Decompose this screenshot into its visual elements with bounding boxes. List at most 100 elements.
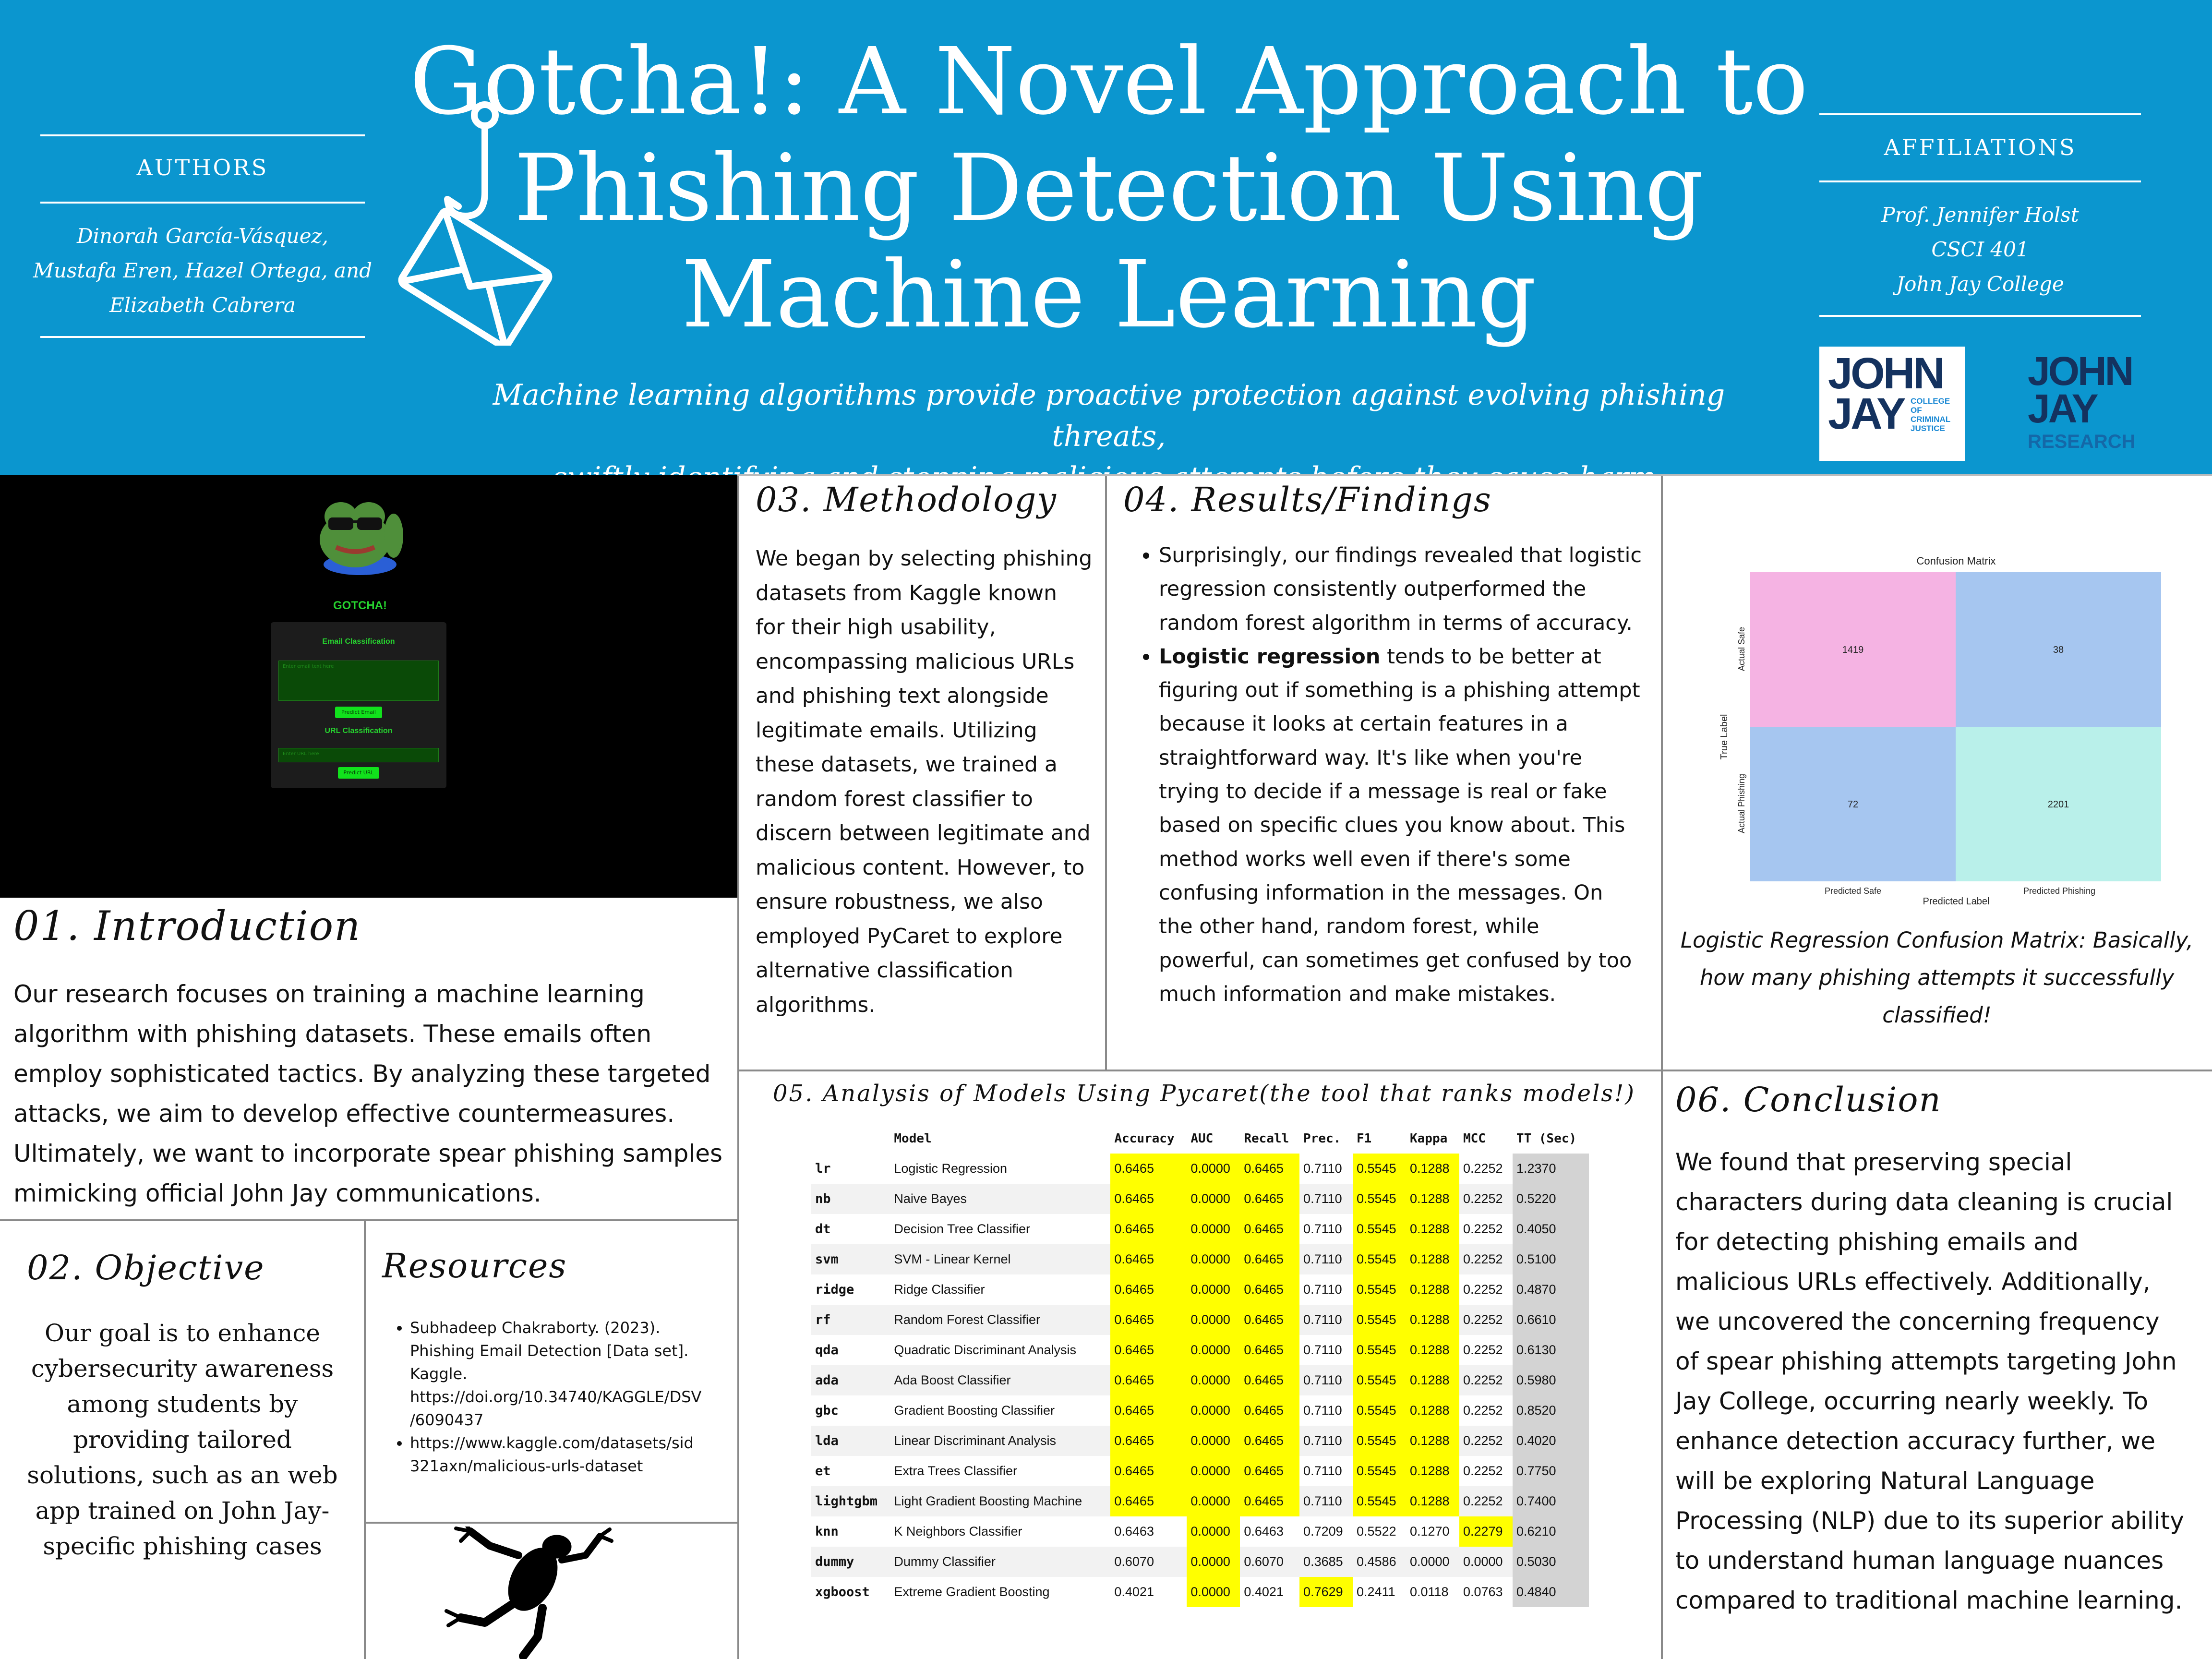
table-header-cell: F1 <box>1357 1131 1372 1146</box>
metric-cell: 0.5220 <box>1512 1184 1589 1214</box>
divider <box>364 1522 737 1524</box>
x-tick-label: Predicted Safe <box>1825 886 1881 896</box>
heatmap-value-label: 2201 <box>2048 799 2069 810</box>
metric-cell: 0.5545 <box>1353 1244 1406 1274</box>
logo-sub-line: OF <box>1911 406 1922 415</box>
authors-line: Dinorah García-Vásquez, <box>76 224 329 248</box>
metric-cell: 0.6465 <box>1110 1154 1187 1184</box>
table-row: xgboost Extreme Gradient Boosting 0.4021 0.… <box>811 1577 1589 1607</box>
model-name-cell: K Neighbors Classifier <box>894 1524 1022 1539</box>
url-input[interactable]: Enter URL here <box>278 748 439 762</box>
resource-link[interactable]: /6090437 <box>410 1408 734 1431</box>
intro-line: employ sophisticated tactics. By analyzi… <box>13 1060 711 1088</box>
table-header-cell: Kappa <box>1409 1131 1448 1146</box>
model-abbr-cell: gbc <box>815 1403 839 1418</box>
metric-cell: 0.6465 <box>1240 1184 1300 1214</box>
conclusion-line: characters during data cleaning is cruci… <box>1675 1188 2173 1216</box>
metric-cell: 0.6465 <box>1240 1244 1300 1274</box>
metric-cell: 0.4586 <box>1353 1547 1406 1577</box>
model-abbr-cell: qda <box>815 1343 839 1358</box>
x-tick-label: Predicted Phishing <box>2023 886 2095 896</box>
metric-cell: 0.6465 <box>1110 1426 1187 1456</box>
table-row: et Extra Trees Classifier 0.6465 0.0000 0.64… <box>811 1456 1589 1486</box>
metric-cell: 0.5545 <box>1353 1214 1406 1244</box>
chart-title: Confusion Matrix <box>1916 555 1996 567</box>
metric-cell: 0.1288 <box>1406 1365 1459 1395</box>
conclusion-line: malicious URLs effectively. Additionally… <box>1675 1268 2151 1296</box>
metric-cell: 0.1288 <box>1406 1426 1459 1456</box>
metric-cell: 0.0118 <box>1409 1585 1449 1599</box>
methodology-line: alternative classification <box>756 958 1013 983</box>
metric-cell: 0.2252 <box>1459 1365 1513 1395</box>
model-name-cell: SVM - Linear Kernel <box>890 1244 1111 1274</box>
authors-line: Mustafa Eren, Hazel Ortega, and <box>33 259 373 282</box>
resources-title: Resources <box>382 1246 567 1286</box>
metric-cell: 0.7110 <box>1303 1282 1342 1297</box>
logo-john: JOHN <box>2028 349 2134 394</box>
metric-cell: 0.5545 <box>1353 1486 1406 1516</box>
results-line: powerful, can sometimes get confused by … <box>1159 948 1632 973</box>
predict-email-button[interactable]: Predict Email <box>335 707 382 718</box>
resource-line: Kaggle. <box>410 1365 468 1383</box>
methodology-line: and phishing text alongside <box>756 684 1049 708</box>
metric-cell: 0.6465 <box>1240 1214 1300 1244</box>
model-name-cell: Ada Boost Classifier <box>890 1365 1111 1395</box>
predict-url-button[interactable]: Predict URL <box>338 767 379 779</box>
objective-line: cybersecurity awareness <box>31 1355 334 1382</box>
introduction-title: 01. Introduction <box>13 902 361 950</box>
metric-cell: 0.0000 <box>1187 1154 1240 1184</box>
conclusion-line: compared to traditional machine learning… <box>1675 1587 2183 1614</box>
y-tick-label: Actual Safe <box>1737 627 1746 671</box>
results-line: straightforward way. It's like when you'… <box>1159 745 1582 770</box>
resource-link[interactable]: https://www.kaggle.com/datasets/sid <box>410 1431 734 1455</box>
metric-cell: 0.4021 <box>1114 1585 1154 1599</box>
resource-link[interactable]: 321axn/malicious-urls-dataset <box>410 1455 734 1478</box>
table-row: lda Linear Discriminant Analysis 0.6465 0.0… <box>811 1426 1589 1456</box>
metric-cell: 0.1288 <box>1406 1214 1459 1244</box>
poster-title: Gotcha!: A Novel Approach to Phishing De… <box>403 29 1815 349</box>
model-name-cell: Extreme Gradient Boosting <box>894 1585 1050 1599</box>
logo-sub-line: COLLEGE <box>1911 397 1950 406</box>
metric-cell: 0.4870 <box>1512 1274 1589 1305</box>
metric-cell: 0.7400 <box>1512 1486 1589 1516</box>
metric-cell: 0.1288 <box>1406 1335 1459 1365</box>
objective-line: specific phishing cases <box>43 1532 322 1560</box>
y-axis-label: True Label <box>1719 714 1730 760</box>
metric-cell: 0.0000 <box>1459 1547 1513 1577</box>
model-abbr-cell: ridge <box>815 1282 854 1297</box>
metric-cell: 0.1288 <box>1406 1486 1459 1516</box>
metric-cell: 0.7750 <box>1512 1456 1589 1486</box>
table-header-row: Model Accuracy AUC Recall Prec. F1 Kappa MCC TT … <box>811 1123 1589 1154</box>
model-name-cell: Naive Bayes <box>890 1184 1111 1214</box>
model-abbr-cell: nb <box>811 1184 890 1214</box>
methodology-line: algorithms. <box>756 992 876 1017</box>
y-tick-label: Actual Phishing <box>1737 774 1746 833</box>
metric-cell: 0.2252 <box>1463 1222 1503 1236</box>
results-title: 04. Results/Findings <box>1123 480 1492 519</box>
email-textarea[interactable]: Enter email text here <box>278 661 439 701</box>
model-abbr-cell: ada <box>811 1365 890 1395</box>
caption-line: how many phishing attempts it successful… <box>1699 965 2175 990</box>
resource-link[interactable]: https://doi.org/10.34740/KAGGLE/DSV <box>410 1385 734 1408</box>
authors-rule-top <box>40 134 365 136</box>
metric-cell: 0.2252 <box>1459 1184 1513 1214</box>
metric-cell: 0.4840 <box>1512 1577 1589 1607</box>
objective-line: solutions, such as an web <box>27 1461 338 1489</box>
results-line: much information and make mistakes. <box>1159 982 1556 1006</box>
metric-cell: 0.7110 <box>1303 1161 1342 1176</box>
model-name-cell: Light Gradient Boosting Machine <box>890 1486 1111 1516</box>
caption-line: classified! <box>1882 1002 1992 1028</box>
logo-sub-line: JUSTICE <box>1911 424 1945 433</box>
results-line: method works well even if there's some <box>1159 847 1571 871</box>
model-name-cell: Random Forest Classifier <box>890 1305 1111 1335</box>
poster-header: AUTHORS Dinorah García-Vásquez, Mustafa … <box>0 0 2212 494</box>
resources-list: Subhadeep Chakraborty. (2023). Phishing … <box>389 1316 734 1478</box>
metric-cell: 0.7110 <box>1299 1426 1353 1456</box>
metric-cell: 0.7110 <box>1303 1343 1342 1357</box>
metric-cell: 0.7110 <box>1303 1222 1342 1236</box>
metric-cell: 0.7110 <box>1299 1244 1353 1274</box>
metric-cell: 0.6465 <box>1110 1456 1187 1486</box>
metric-cell: 0.6070 <box>1240 1547 1300 1577</box>
resource-line: Phishing Email Detection [Data set]. <box>410 1342 689 1360</box>
results-line: because it looks at certain features in … <box>1159 712 1568 736</box>
